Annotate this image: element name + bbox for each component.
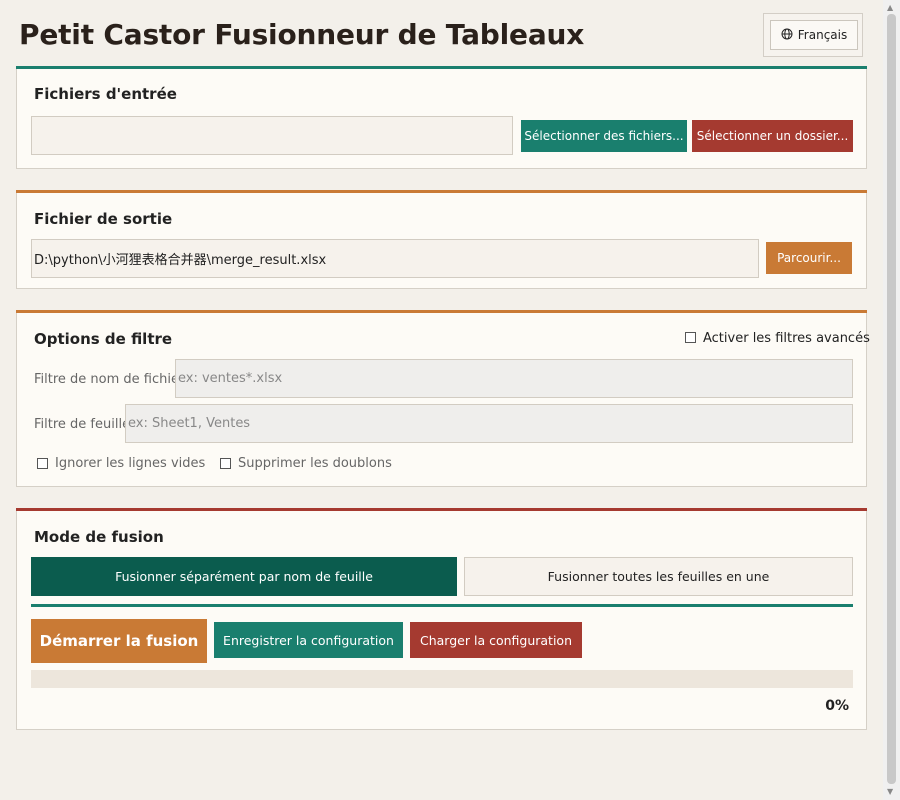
output-file-panel: Fichier de sortie D:\python\小河狸表格合并器\mer… xyxy=(16,190,867,289)
progress-bar xyxy=(31,670,853,688)
advanced-filters-checkbox[interactable] xyxy=(685,332,696,343)
select-folder-button[interactable]: Sélectionner un dossier... xyxy=(692,120,853,152)
filter-options-title: Options de filtre xyxy=(34,330,173,348)
mode-by-sheet-button[interactable]: Fusionner séparément par nom de feuille xyxy=(31,557,457,596)
divider xyxy=(31,604,853,607)
output-file-title: Fichier de sortie xyxy=(34,210,173,228)
language-label: Français xyxy=(797,28,848,42)
sheet-filter-input[interactable]: ex: Sheet1, Ventes xyxy=(125,404,853,443)
merge-mode-title: Mode de fusion xyxy=(34,528,164,546)
mode-all-button[interactable]: Fusionner toutes les feuilles en une xyxy=(464,557,853,596)
scrollbar-thumb[interactable] xyxy=(887,14,896,784)
panel-accent xyxy=(16,508,867,511)
sheet-filter-label: Filtre de feuille: xyxy=(34,417,135,432)
input-files-field[interactable] xyxy=(31,116,513,155)
panel-accent xyxy=(16,66,867,69)
input-files-panel: Fichiers d'entrée Sélectionner des fichi… xyxy=(16,66,867,169)
globe-icon xyxy=(781,28,793,43)
panel-accent xyxy=(16,190,867,193)
output-path-field[interactable]: D:\python\小河狸表格合并器\merge_result.xlsx xyxy=(31,239,759,278)
ignore-empty-label: Ignorer les lignes vides xyxy=(55,456,206,471)
input-files-title: Fichiers d'entrée xyxy=(34,85,177,103)
remove-duplicates-checkbox[interactable] xyxy=(220,458,231,469)
app-title: Petit Castor Fusionneur de Tableaux xyxy=(19,18,585,51)
ignore-empty-checkbox[interactable] xyxy=(37,458,48,469)
remove-duplicates-label: Supprimer les doublons xyxy=(238,456,392,471)
language-container: Français xyxy=(763,13,863,57)
save-config-button[interactable]: Enregistrer la configuration xyxy=(214,622,403,658)
language-button[interactable]: Français xyxy=(770,20,858,50)
advanced-filters-label: Activer les filtres avancés xyxy=(703,331,870,346)
browse-button[interactable]: Parcourir... xyxy=(766,242,852,274)
load-config-button[interactable]: Charger la configuration xyxy=(410,622,582,658)
panel-accent xyxy=(16,310,867,313)
scroll-up-icon[interactable]: ▲ xyxy=(887,3,893,12)
filename-filter-input[interactable]: ex: ventes*.xlsx xyxy=(175,359,853,398)
scrollbar[interactable]: ▲ ▼ xyxy=(883,0,900,800)
progress-text: 0% xyxy=(825,698,849,714)
scroll-down-icon[interactable]: ▼ xyxy=(887,787,893,796)
select-files-button[interactable]: Sélectionner des fichiers... xyxy=(521,120,687,152)
filter-options-panel: Options de filtre Activer les filtres av… xyxy=(16,310,870,487)
filename-filter-label: Filtre de nom de fichier: xyxy=(34,372,189,387)
start-merge-button[interactable]: Démarrer la fusion xyxy=(31,619,207,663)
merge-mode-panel: Mode de fusion Fusionner séparément par … xyxy=(16,508,867,730)
